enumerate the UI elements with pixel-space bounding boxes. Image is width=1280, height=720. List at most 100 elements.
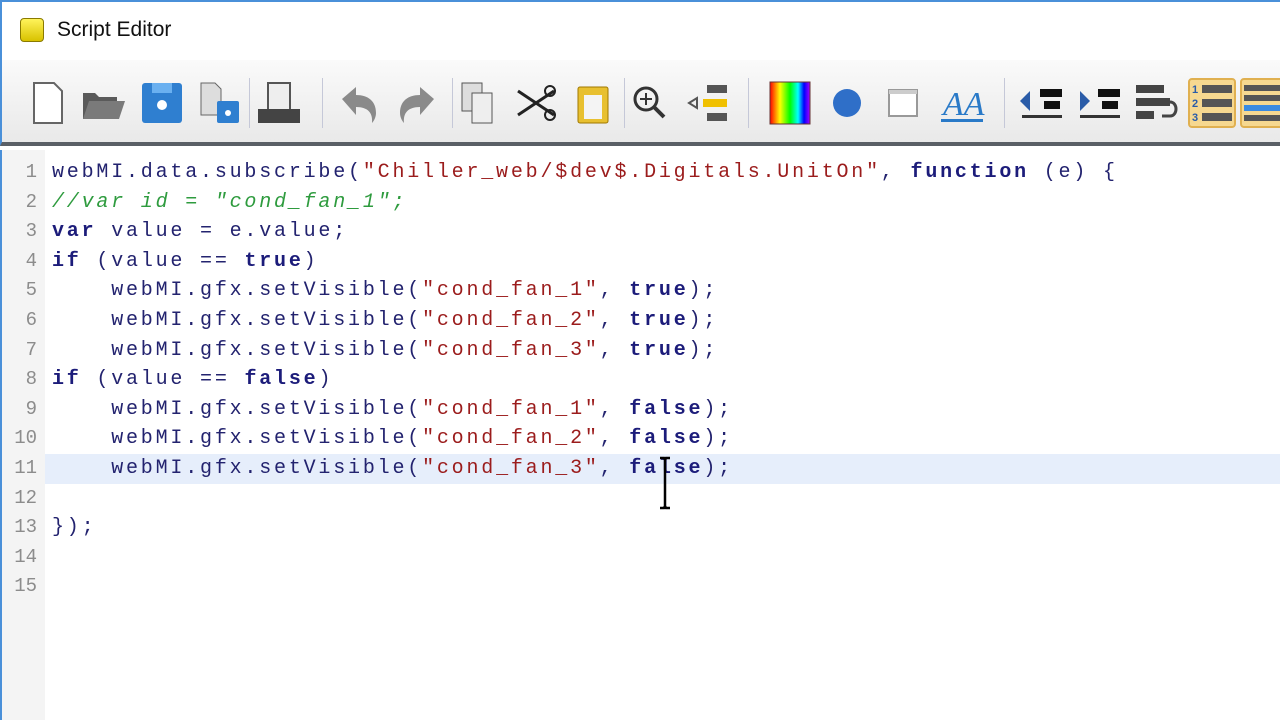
code-token: ); xyxy=(703,457,733,480)
undo-button[interactable] xyxy=(336,78,384,128)
code-text: //var id = "cond_fan_1"; xyxy=(52,188,407,218)
keyword-token: if xyxy=(52,249,82,273)
code-text: var value = e.value; xyxy=(52,217,348,247)
line-number: 12 xyxy=(14,486,37,509)
code-line[interactable]: 8 if (value == false) xyxy=(0,365,1280,395)
line-numbers-button[interactable]: 1 2 3 xyxy=(1188,78,1236,128)
line-number: 5 xyxy=(25,279,37,302)
code-line[interactable]: 6 webMI.gfx.setVisible("cond_fan_2", tru… xyxy=(0,306,1280,336)
code-line[interactable]: 4 if (value == true) xyxy=(0,247,1280,277)
toolbar: AA 1 2 3 xyxy=(0,60,1280,146)
keyword-token: var xyxy=(52,220,97,244)
code-line[interactable]: 2 //var id = "cond_fan_1"; xyxy=(0,188,1280,218)
line-number: 15 xyxy=(14,575,37,598)
keyword-token: function xyxy=(910,161,1029,184)
code-token: ); xyxy=(688,338,719,362)
window-icon xyxy=(888,89,918,117)
code-line[interactable]: 14 xyxy=(0,543,1280,573)
string-token: "cond_fan_3" xyxy=(422,457,600,480)
line-number: 4 xyxy=(25,249,37,272)
cut-button[interactable] xyxy=(512,78,560,128)
line-number: 11 xyxy=(14,457,37,479)
text-cursor-icon xyxy=(660,456,670,510)
app-logo-icon xyxy=(20,18,44,42)
svg-text:2: 2 xyxy=(1192,98,1198,110)
keyword-token: false xyxy=(629,427,704,451)
undo-icon xyxy=(342,87,376,123)
keyword-token: true xyxy=(244,249,304,273)
code-line[interactable]: 5 webMI.gfx.setVisible("cond_fan_1", tru… xyxy=(0,276,1280,306)
code-token: (value == xyxy=(81,368,245,392)
save-button[interactable] xyxy=(138,78,186,128)
copy-button[interactable] xyxy=(454,78,502,128)
line-number: 1 xyxy=(25,161,37,183)
code-line[interactable]: 1 webMI.data.subscribe("Chiller_web/$dev$… xyxy=(0,158,1280,188)
outdent-icon xyxy=(1020,89,1062,118)
code-token: webMI.gfx.setVisible( xyxy=(52,457,423,480)
new-file-button[interactable] xyxy=(24,78,72,128)
outdent-button[interactable] xyxy=(1018,78,1066,128)
line-number: 9 xyxy=(25,397,37,420)
open-button[interactable] xyxy=(80,78,128,128)
indent-button[interactable] xyxy=(1076,78,1124,128)
code-token: webMI.data.subscribe( xyxy=(52,161,363,184)
font-button[interactable]: AA xyxy=(938,78,986,128)
layout-button[interactable] xyxy=(1240,78,1280,128)
code-line[interactable]: 12 xyxy=(0,484,1280,514)
code-line[interactable]: 10 webMI.gfx.setVisible("cond_fan_2", fa… xyxy=(0,424,1280,454)
redo-icon xyxy=(400,87,434,123)
code-token: webMI.gfx.setVisible( xyxy=(52,309,423,332)
code-token: ); xyxy=(688,309,719,332)
code-token: ) xyxy=(303,249,319,273)
code-token: ) xyxy=(318,368,334,392)
line-number: 7 xyxy=(25,338,37,361)
print-icon xyxy=(258,82,300,123)
string-token: "cond_fan_1" xyxy=(422,279,600,303)
code-token: (e) { xyxy=(1028,161,1118,184)
paste-button[interactable] xyxy=(570,78,618,128)
code-token: webMI.gfx.setVisible( xyxy=(52,427,423,451)
code-editor[interactable]: 1 webMI.data.subscribe("Chiller_web/$dev$… xyxy=(0,150,1280,720)
window-button[interactable] xyxy=(880,78,928,128)
line-number: 3 xyxy=(25,220,37,243)
keyword-token: true xyxy=(629,338,689,362)
keyword-token: true xyxy=(629,309,689,332)
window-title: Script Editor xyxy=(57,18,172,41)
word-wrap-icon xyxy=(1136,85,1178,119)
new-file-icon xyxy=(33,82,63,124)
insert-item-button[interactable] xyxy=(684,78,732,128)
code-token: }); xyxy=(52,516,97,540)
scissors-icon xyxy=(517,85,556,121)
code-text: webMI.gfx.setVisible("cond_fan_3", true)… xyxy=(52,336,718,366)
save-icon xyxy=(142,83,182,123)
code-token: , xyxy=(599,397,630,421)
code-text: webMI.data.subscribe("Chiller_web/$dev$.… xyxy=(52,158,1118,188)
code-line[interactable]: 3 var value = e.value; xyxy=(0,217,1280,247)
code-text: if (value == false) xyxy=(52,365,333,395)
code-text: webMI.gfx.setVisible("cond_fan_1", true)… xyxy=(52,276,718,306)
color-palette-button[interactable] xyxy=(766,78,814,128)
keyword-token: true xyxy=(629,279,689,303)
redo-button[interactable] xyxy=(392,78,440,128)
code-token: (value == xyxy=(81,249,245,273)
line-number: 6 xyxy=(25,309,37,331)
circle-button[interactable] xyxy=(823,78,871,128)
line-number: 14 xyxy=(14,545,37,568)
svg-text:AA: AA xyxy=(941,86,985,123)
find-button[interactable] xyxy=(626,78,674,128)
print-button[interactable] xyxy=(255,78,303,128)
code-line[interactable]: 15 xyxy=(0,572,1280,602)
line-numbers-icon: 1 2 3 xyxy=(1192,84,1232,124)
code-line[interactable]: 7 webMI.gfx.setVisible("cond_fan_3", tru… xyxy=(0,336,1280,366)
code-text: if (value == true) xyxy=(52,247,318,277)
comment-token: //var id = "cond_fan_1"; xyxy=(52,190,408,214)
keyword-token: false xyxy=(244,368,319,392)
code-line[interactable]: 13}); xyxy=(0,513,1280,543)
code-token: , xyxy=(599,338,630,362)
word-wrap-button[interactable] xyxy=(1132,78,1180,128)
save-as-button[interactable] xyxy=(195,78,243,128)
code-line[interactable]: 9 webMI.gfx.setVisible("cond_fan_1", fal… xyxy=(0,395,1280,425)
zoom-icon xyxy=(633,86,666,119)
code-text: webMI.gfx.setVisible("cond_fan_3", false… xyxy=(52,454,733,484)
string-token: "cond_fan_2" xyxy=(422,427,600,451)
